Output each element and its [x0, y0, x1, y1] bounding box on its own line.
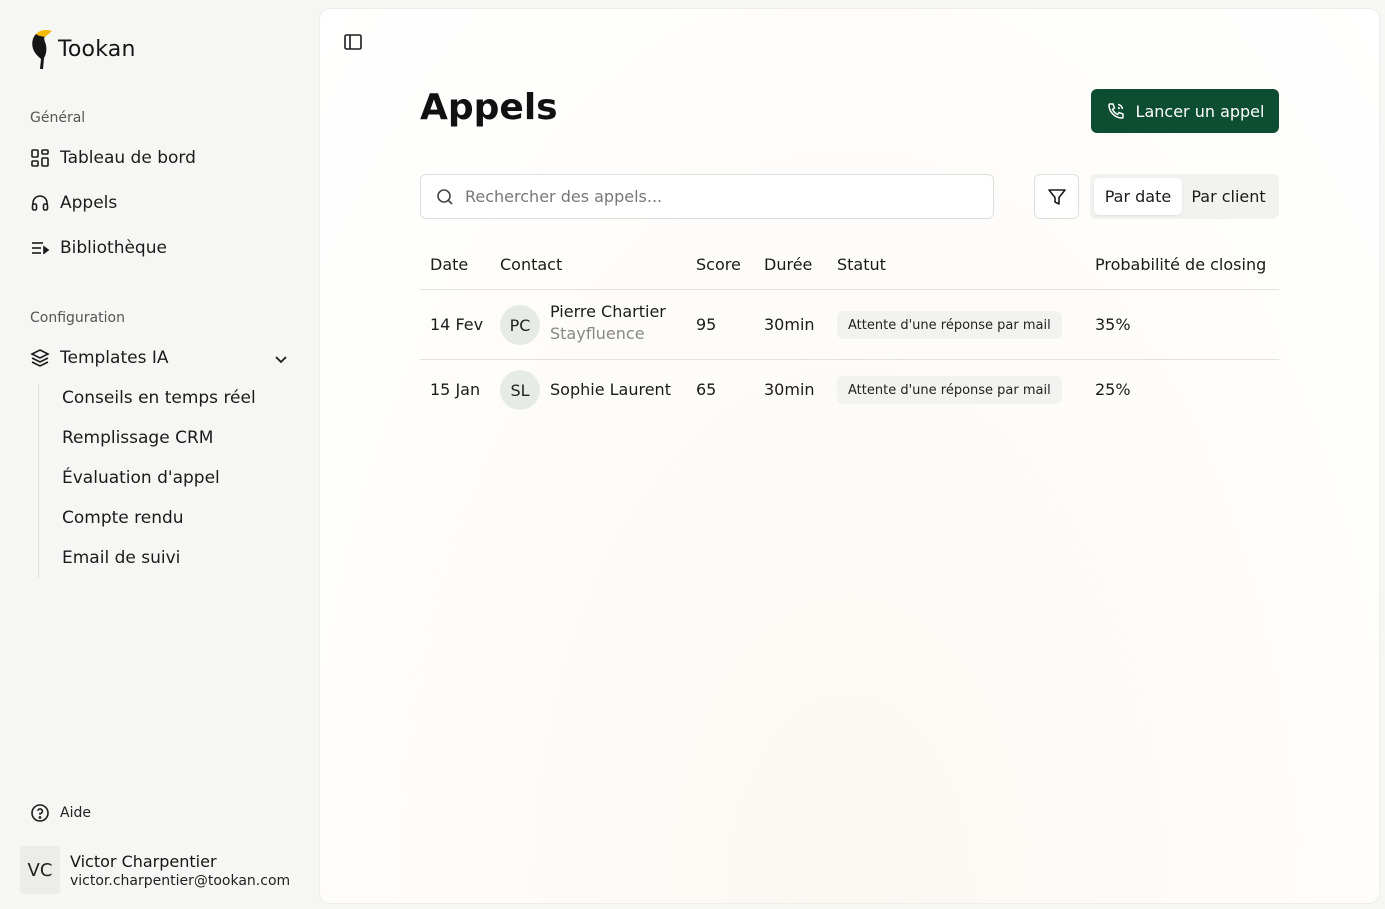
view-by-date-button[interactable]: Par date — [1094, 178, 1182, 215]
sidebar-toggle-icon[interactable] — [342, 31, 364, 53]
avatar: VC — [20, 846, 60, 894]
playlist-icon — [30, 238, 50, 258]
column-header-status[interactable]: Statut — [837, 255, 886, 274]
filter-icon — [1047, 188, 1066, 205]
chevron-down-icon[interactable] — [272, 350, 290, 368]
sidebar-item-label: Appels — [60, 193, 118, 213]
sidebar-item-label: Bibliothèque — [60, 238, 167, 258]
avatar: PC — [500, 305, 540, 345]
cell-score: 65 — [696, 380, 717, 399]
user-name: Victor Charpentier — [70, 851, 217, 871]
submenu-item-realtime-tips[interactable]: Conseils en temps réel — [62, 388, 256, 408]
calls-table: Date Contact Score Durée Statut Probabil… — [420, 241, 1279, 420]
cell-contact: Pierre Chartier Stayfluence — [550, 302, 666, 343]
cell-probability: 35% — [1095, 315, 1131, 334]
toucan-logo-icon — [32, 30, 52, 69]
view-toggle: Par date Par client — [1090, 174, 1279, 219]
cell-date: 14 Fev — [430, 315, 484, 334]
contact-name: Pierre Chartier — [550, 302, 666, 321]
cell-contact: Sophie Laurent — [550, 380, 671, 399]
status-badge: Attente d'une réponse par mail — [837, 311, 1062, 339]
view-by-client-button[interactable]: Par client — [1182, 178, 1275, 215]
sidebar-item-calls[interactable]: Appels — [30, 193, 117, 213]
submenu-rail — [38, 384, 39, 578]
brand-name: Tookan — [58, 36, 136, 62]
column-header-duration[interactable]: Durée — [764, 255, 812, 274]
cell-score: 95 — [696, 315, 717, 334]
sidebar-item-label: Templates IA — [60, 348, 169, 368]
phone-call-icon — [1107, 103, 1124, 119]
help-link[interactable]: Aide — [30, 803, 91, 823]
submenu-item-followup-email[interactable]: Email de suivi — [62, 548, 180, 568]
contact-name: Sophie Laurent — [550, 380, 671, 399]
column-header-date[interactable]: Date — [430, 255, 468, 274]
table-header: Date Contact Score Durée Statut Probabil… — [420, 241, 1279, 290]
cell-duration: 30min — [764, 315, 815, 334]
filter-button[interactable] — [1034, 174, 1079, 219]
dashboard-icon — [30, 148, 50, 168]
search-box[interactable] — [420, 174, 994, 219]
submenu-item-call-evaluation[interactable]: Évaluation d'appel — [62, 468, 220, 488]
search-icon — [437, 188, 453, 205]
brand-logo[interactable]: Tookan — [30, 28, 136, 70]
column-header-probability[interactable]: Probabilité de closing — [1095, 255, 1266, 274]
column-header-contact[interactable]: Contact — [500, 255, 562, 274]
sidebar: Tookan Général Tableau de bord Appels Bi… — [0, 0, 320, 909]
headset-icon — [30, 193, 50, 213]
cell-probability: 25% — [1095, 380, 1131, 399]
section-label-general: Général — [30, 110, 86, 126]
cell-date: 15 Jan — [430, 380, 481, 399]
contact-company: Stayfluence — [550, 324, 645, 343]
user-email: victor.charpentier@tookan.com — [70, 872, 291, 889]
cell-duration: 30min — [764, 380, 815, 399]
user-profile[interactable]: VC Victor Charpentier victor.charpentier… — [20, 846, 290, 894]
sidebar-item-dashboard[interactable]: Tableau de bord — [30, 148, 196, 168]
table-row[interactable]: 15 Jan SL Sophie Laurent 65 30min Attent… — [420, 360, 1279, 420]
sidebar-item-library[interactable]: Bibliothèque — [30, 238, 167, 258]
layers-icon — [30, 348, 50, 368]
column-header-score[interactable]: Score — [696, 255, 741, 274]
help-label: Aide — [60, 805, 91, 821]
sidebar-item-label: Tableau de bord — [60, 148, 196, 168]
sidebar-item-templates[interactable]: Templates IA — [30, 348, 168, 368]
help-icon — [31, 804, 49, 822]
page-title: Appels — [420, 87, 558, 128]
submenu-item-crm-fill[interactable]: Remplissage CRM — [62, 428, 213, 448]
status-badge: Attente d'une réponse par mail — [837, 376, 1062, 404]
start-call-label: Lancer un appel — [1135, 101, 1265, 121]
submenu-item-summary[interactable]: Compte rendu — [62, 508, 184, 528]
main-panel: Appels Lancer un appel Par date Par clie… — [320, 9, 1379, 903]
table-row[interactable]: 14 Fev PC Pierre Chartier Stayfluence 95… — [420, 290, 1279, 360]
search-input[interactable] — [465, 187, 965, 206]
start-call-button[interactable]: Lancer un appel — [1091, 89, 1279, 133]
section-label-configuration: Configuration — [30, 310, 125, 326]
avatar: SL — [500, 370, 540, 410]
